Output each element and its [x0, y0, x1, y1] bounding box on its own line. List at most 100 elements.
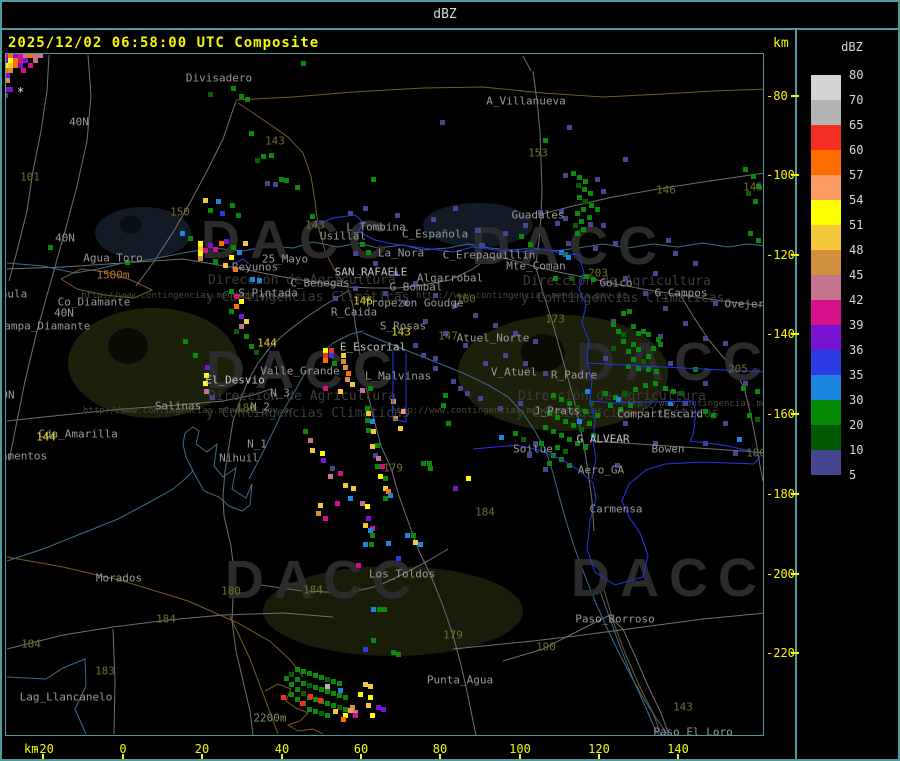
- legend-value-label: 48: [849, 243, 864, 257]
- route-number-label: 145: [743, 180, 763, 194]
- town-label: 0N: [6, 388, 15, 402]
- legend-value-label: 45: [849, 268, 864, 282]
- route-number-label: 144: [36, 430, 56, 444]
- town-label: 40N: [54, 306, 74, 320]
- bottom-axis-tick-mark: [598, 754, 600, 759]
- town-label: Reyunos: [231, 260, 279, 274]
- legend-color-swatch: [811, 250, 841, 275]
- legend-value-label: 60: [849, 143, 864, 157]
- town-label: N_1: [247, 437, 267, 451]
- town-label: N_3: [270, 386, 290, 400]
- town-label: C_Española: [401, 227, 469, 241]
- route-number-label: 184: [475, 505, 495, 519]
- route-number-label: 179: [383, 461, 403, 475]
- town-label: Lag_Llancanelo: [19, 690, 113, 704]
- route-number-label: 160: [456, 292, 476, 306]
- bottom-axis-tick-mark: [122, 754, 124, 759]
- town-label: Salinas: [154, 399, 202, 413]
- town-label: Bowen: [651, 442, 685, 456]
- route-number-label: 146: [656, 183, 676, 197]
- legend-color-swatch: [811, 225, 841, 250]
- town-label: Aero_GA: [577, 463, 625, 477]
- right-axis-tick-mark: [791, 573, 799, 575]
- legend-value-label: 42: [849, 293, 864, 307]
- legend-value-label: 5: [849, 468, 857, 482]
- legend-color-swatch: [811, 400, 841, 425]
- town-label: El_Desvio: [205, 373, 265, 387]
- route-number-label: 2200m: [253, 711, 287, 725]
- route-number-label: 184: [303, 583, 323, 597]
- town-label: Atuel_Norte: [456, 331, 530, 345]
- legend-color-swatch: [811, 300, 841, 325]
- town-label: 40N: [55, 231, 75, 245]
- route-number-label: 143: [305, 218, 325, 232]
- legend-value-label: 80: [849, 68, 864, 82]
- town-label: 40N: [69, 115, 89, 129]
- legend-color-swatch: [811, 150, 841, 175]
- route-number-label: 173: [545, 312, 565, 326]
- title-divider: [2, 28, 898, 30]
- title-bar: dBZ: [2, 2, 898, 28]
- legend-value-label: 70: [849, 93, 864, 107]
- legend-color-swatch: [811, 325, 841, 350]
- legend-color-swatch: [811, 375, 841, 400]
- legend-value-label: 54: [849, 193, 864, 207]
- right-axis-tick-label: -80: [766, 89, 788, 103]
- town-label: Punta_Agua: [426, 673, 494, 687]
- town-label: aula: [6, 287, 28, 301]
- right-axis-tick-mark: [791, 333, 799, 335]
- town-label: Pampa_Diamante: [5, 319, 91, 333]
- route-number-label: 179: [443, 628, 463, 642]
- town-label: Morados: [95, 571, 143, 585]
- legend-value-label: 36: [849, 343, 864, 357]
- legend-color-swatch: [811, 200, 841, 225]
- window-title: dBZ: [433, 7, 457, 22]
- town-label: Los_Toldos: [368, 567, 436, 581]
- route-number-label: 183: [95, 664, 115, 678]
- route-number-label: 143: [265, 134, 285, 148]
- town-label: Divisadero: [185, 71, 253, 85]
- legend-value-label: 20: [849, 418, 864, 432]
- town-label: G_Bombal: [389, 280, 443, 294]
- route-number-label: 190: [536, 640, 556, 654]
- town-label: Ovejeria: [724, 297, 764, 311]
- town-label: Usillal: [319, 229, 367, 243]
- asterisk-marker: *: [17, 85, 25, 99]
- route-number-label: 203: [588, 266, 608, 280]
- right-axis-tick-mark: [791, 652, 799, 654]
- bottom-axis-tick-mark: [677, 754, 679, 759]
- legend-color-swatch: [811, 175, 841, 200]
- town-label: S_Pintada: [238, 286, 298, 300]
- bottom-axis-tick-mark: [519, 754, 521, 759]
- route-number-label: 143: [391, 325, 411, 339]
- town-label: G_Campos: [654, 286, 708, 300]
- town-label: Mte_Coman: [506, 259, 566, 273]
- legend-color-swatch: [811, 275, 841, 300]
- town-label: R_Padre: [550, 368, 598, 382]
- legend-value-label: 30: [849, 393, 864, 407]
- town-label: Paso_El_Loro: [653, 725, 733, 736]
- route-number-label: 180: [236, 401, 256, 415]
- route-number-label: 180: [221, 584, 241, 598]
- right-axis-tick-mark: [791, 95, 799, 97]
- right-axis-tick-mark: [791, 413, 799, 415]
- town-label: Nihuil: [219, 451, 259, 465]
- route-number-label: 184: [156, 612, 176, 626]
- route-number-label: 153: [528, 146, 548, 160]
- bottom-axis-tick-mark: [360, 754, 362, 759]
- route-number-label: 101: [20, 170, 40, 184]
- legend-color-swatch: [811, 75, 841, 100]
- right-axis-tick-mark: [791, 493, 799, 495]
- bottom-axis-tick-mark: [42, 754, 44, 759]
- route-number-label: 1500m: [96, 268, 130, 282]
- route-number-label: 143: [673, 700, 693, 714]
- town-label: V_Atuel: [490, 365, 538, 379]
- route-number-label: 146: [353, 294, 373, 308]
- legend-color-swatch: [811, 100, 841, 125]
- town-label: SAN_RAFAELE: [334, 265, 408, 279]
- town-label: L_Malvinas: [364, 369, 432, 383]
- legend-color-swatch: [811, 350, 841, 375]
- timestamp-label: 2025/12/02 06:58:00 UTC Composite: [8, 35, 320, 51]
- town-label: A_Villanueva: [486, 94, 566, 108]
- legend-value-label: 57: [849, 168, 864, 182]
